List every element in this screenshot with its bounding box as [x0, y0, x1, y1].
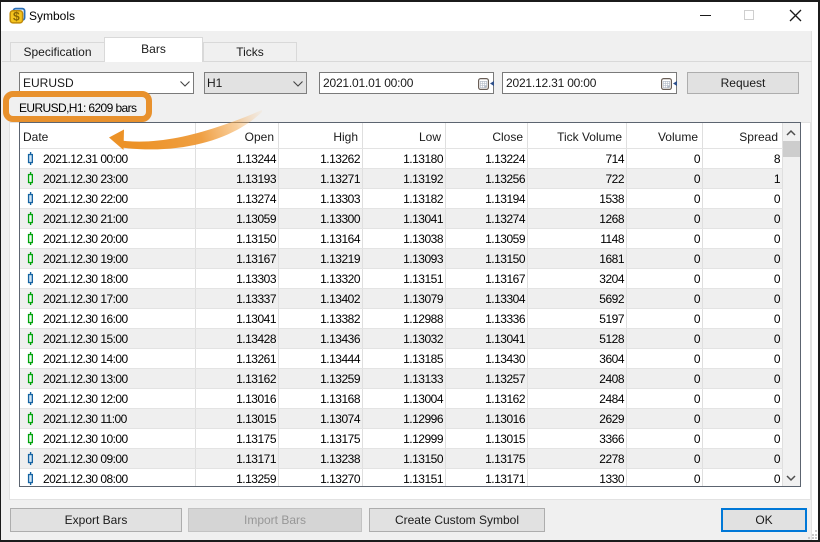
svg-text:$: $: [13, 10, 20, 24]
